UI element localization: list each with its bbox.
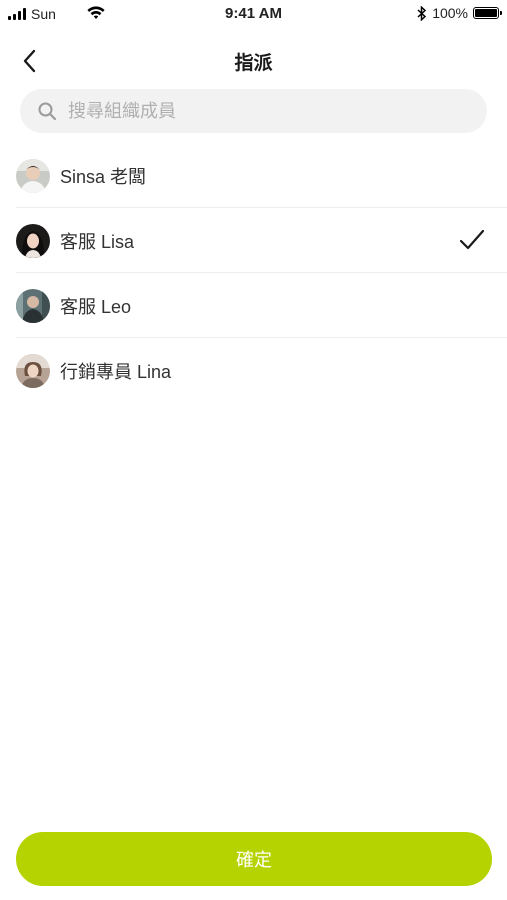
page-title: 指派 xyxy=(234,53,273,74)
list-item-member-lisa[interactable]: 客服 Lisa xyxy=(0,208,507,273)
confirm-button[interactable]: 確定 xyxy=(16,832,492,886)
member-name: 行銷專員 Lina xyxy=(60,361,172,382)
member-list: Sinsa 老闆 客服 Lisa 客服 Leo 行銷專員 Lina xyxy=(0,143,507,403)
bluetooth-icon xyxy=(417,5,427,21)
battery-percent: 100% xyxy=(432,5,468,21)
list-item-member-leo[interactable]: 客服 Leo xyxy=(0,273,507,338)
avatar xyxy=(16,288,50,323)
status-right-group: 100% xyxy=(417,5,502,21)
member-name: 客服 Lisa xyxy=(60,231,135,252)
avatar xyxy=(16,353,50,388)
list-item-member-lina[interactable]: 行銷專員 Lina xyxy=(0,338,507,403)
battery-icon xyxy=(473,7,502,19)
avatar xyxy=(16,158,50,193)
avatar xyxy=(16,223,50,258)
list-item-member-sinsa[interactable]: Sinsa 老闆 xyxy=(0,143,507,208)
member-name: Sinsa 老闆 xyxy=(60,166,147,187)
nav-bar: 指派 xyxy=(0,36,507,84)
status-bar: Sun 9:41 AM 100% xyxy=(0,0,507,28)
search-bar[interactable] xyxy=(20,89,487,133)
member-name: 客服 Leo xyxy=(60,296,132,317)
checkmark-icon xyxy=(459,229,485,250)
search-icon xyxy=(36,100,58,122)
search-input[interactable] xyxy=(66,99,450,123)
